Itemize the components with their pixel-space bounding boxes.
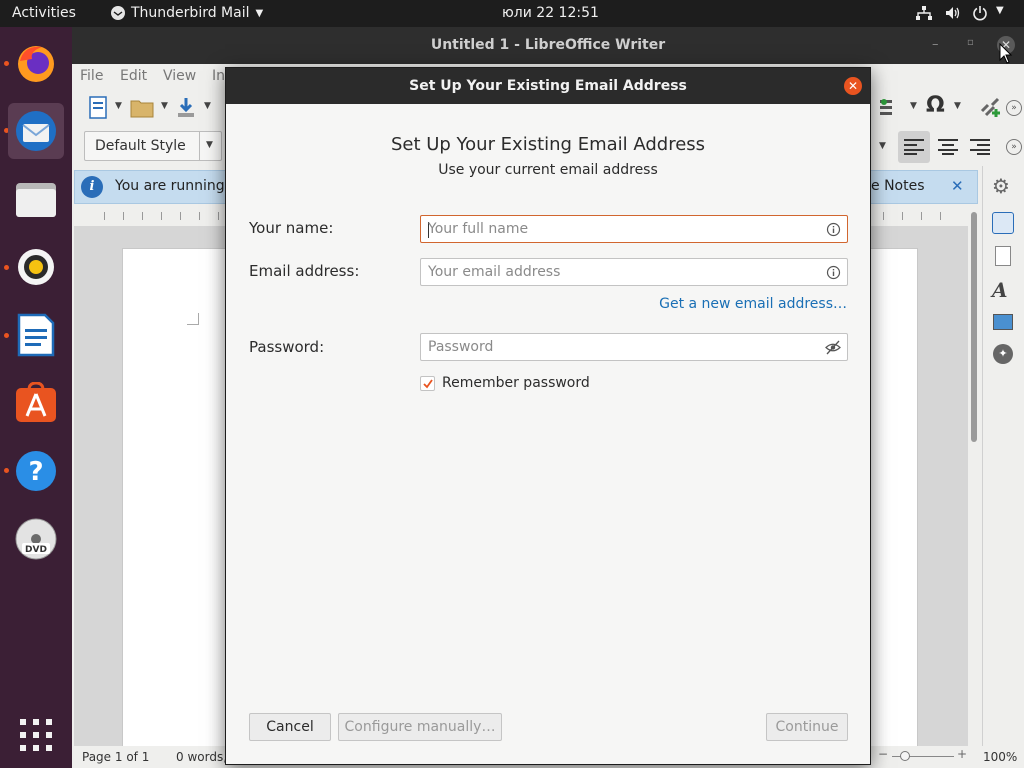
email-label: Email address:: [249, 262, 360, 280]
vertical-scrollbar[interactable]: [968, 212, 980, 746]
more-options-icon[interactable]: »: [1006, 139, 1022, 155]
insert-field-icon[interactable]: [880, 98, 902, 118]
name-field[interactable]: Your full name: [420, 215, 848, 243]
paragraph-style-value: Default Style: [95, 138, 186, 154]
align-left-icon: [904, 139, 924, 155]
gear-icon[interactable]: ⚙: [992, 174, 1010, 198]
top-bar: Activities Thunderbird Mail ▼ юли 22 12:…: [0, 0, 1024, 27]
email-field[interactable]: Your email address: [420, 258, 848, 286]
dialog-title: Set Up Your Existing Email Address: [409, 78, 687, 94]
chevron-down-icon[interactable]: ▼: [954, 101, 961, 111]
name-label: Your name:: [249, 219, 334, 237]
menu-file[interactable]: File: [80, 68, 103, 84]
mouse-cursor-icon: [999, 43, 1013, 64]
scrollbar-thumb[interactable]: [971, 212, 977, 442]
close-infobar-icon[interactable]: ✕: [951, 177, 964, 195]
gallery-icon[interactable]: [993, 314, 1013, 330]
release-notes-button[interactable]: e Notes: [871, 178, 925, 194]
svg-text:?: ?: [28, 457, 43, 487]
dialog-close-icon[interactable]: ✕: [844, 77, 862, 95]
remember-password-checkbox[interactable]: [420, 376, 435, 391]
chevron-down-icon: ▼: [206, 140, 213, 150]
email-placeholder: Your email address: [428, 264, 561, 280]
open-folder-icon[interactable]: [130, 98, 154, 118]
remember-password-label[interactable]: Remember password: [442, 375, 590, 391]
text-boundary-mark: [187, 313, 199, 325]
align-right-icon[interactable]: [970, 139, 990, 155]
new-document-icon[interactable]: [88, 96, 108, 120]
special-character-icon[interactable]: Ω: [926, 93, 945, 118]
maximize-icon[interactable]: ▫: [967, 37, 974, 48]
zoom-in-icon[interactable]: +: [957, 747, 967, 761]
eye-slash-icon[interactable]: [825, 340, 841, 355]
network-icon[interactable]: [916, 6, 932, 24]
apps-grid-icon[interactable]: [8, 707, 64, 763]
thunderbird-icon[interactable]: [8, 103, 64, 159]
page-count: Page 1 of 1: [82, 750, 150, 764]
zoom-handle[interactable]: [900, 751, 910, 761]
dialog-heading: Set Up Your Existing Email Address: [390, 134, 706, 155]
power-icon[interactable]: [972, 5, 988, 25]
continue-button[interactable]: Continue: [766, 713, 848, 741]
chevron-down-icon[interactable]: ▼: [115, 101, 122, 111]
email-setup-dialog: Set Up Your Existing Email Address ✕ Set…: [225, 67, 871, 765]
configure-manually-button[interactable]: Configure manually…: [338, 713, 502, 741]
paragraph-style-box[interactable]: Default Style ▼: [84, 131, 222, 161]
navigator-icon[interactable]: ✦: [993, 344, 1013, 364]
dialog-subheading: Use your current email address: [438, 162, 658, 178]
info-circle-icon[interactable]: [826, 222, 841, 237]
rhythmbox-icon[interactable]: [8, 239, 64, 295]
chevron-down-icon[interactable]: ▼: [204, 101, 211, 111]
save-icon[interactable]: [176, 97, 196, 119]
align-center-icon[interactable]: [938, 139, 958, 155]
svg-text:DVD: DVD: [25, 545, 47, 555]
files-icon[interactable]: [8, 171, 64, 227]
properties-icon[interactable]: [992, 212, 1014, 234]
menu-insert[interactable]: In: [212, 68, 225, 84]
zoom-out-icon[interactable]: −: [878, 747, 888, 761]
sidebar-deck: ⚙ A ✦: [982, 166, 1024, 746]
dvd-icon[interactable]: DVD: [8, 511, 64, 567]
software-icon[interactable]: [8, 375, 64, 431]
password-label: Password:: [249, 338, 325, 356]
password-field[interactable]: Password: [420, 333, 848, 361]
infobar-text: You are running: [115, 178, 225, 194]
app-menu-label: Thunderbird Mail: [131, 5, 250, 21]
writer-window-title: Untitled 1 - LibreOffice Writer: [72, 27, 1024, 64]
more-options-icon[interactable]: »: [1006, 100, 1022, 116]
help-icon[interactable]: ?: [8, 443, 64, 499]
system-menu-chevron-icon[interactable]: ▼: [996, 5, 1004, 16]
dock: ? DVD: [0, 27, 72, 768]
align-left-button[interactable]: [898, 131, 930, 163]
get-new-email-link[interactable]: Get a new email address…: [659, 296, 847, 312]
menu-view[interactable]: View: [163, 68, 196, 84]
thunderbird-small-icon: [111, 6, 125, 20]
clock[interactable]: юли 22 12:51: [502, 5, 599, 21]
styles-icon[interactable]: A: [992, 278, 1008, 302]
chevron-down-icon[interactable]: ▼: [910, 101, 917, 111]
activities-button[interactable]: Activities: [12, 5, 76, 21]
minimize-icon[interactable]: –: [932, 37, 939, 52]
info-circle-icon[interactable]: [826, 265, 841, 280]
word-count: 0 words,: [176, 750, 228, 764]
hyperlink-icon[interactable]: [978, 97, 1002, 119]
writer-icon[interactable]: [8, 307, 64, 363]
volume-icon[interactable]: [945, 6, 961, 24]
chevron-down-icon[interactable]: ▼: [161, 101, 168, 111]
dialog-titlebar: Set Up Your Existing Email Address ✕: [226, 68, 870, 104]
firefox-icon[interactable]: [8, 35, 64, 91]
chevron-down-icon: ▼: [255, 7, 264, 19]
menu-edit[interactable]: Edit: [120, 68, 147, 84]
name-placeholder: Your full name: [428, 221, 529, 237]
zoom-level[interactable]: 100%: [983, 750, 1017, 764]
cancel-button[interactable]: Cancel: [249, 713, 331, 741]
chevron-down-icon[interactable]: ▼: [879, 141, 886, 151]
info-icon: i: [81, 176, 103, 198]
checkmark-icon: [423, 379, 433, 389]
page-icon[interactable]: [995, 246, 1011, 266]
password-placeholder: Password: [428, 339, 494, 355]
app-menu[interactable]: Thunderbird Mail ▼: [110, 5, 263, 21]
